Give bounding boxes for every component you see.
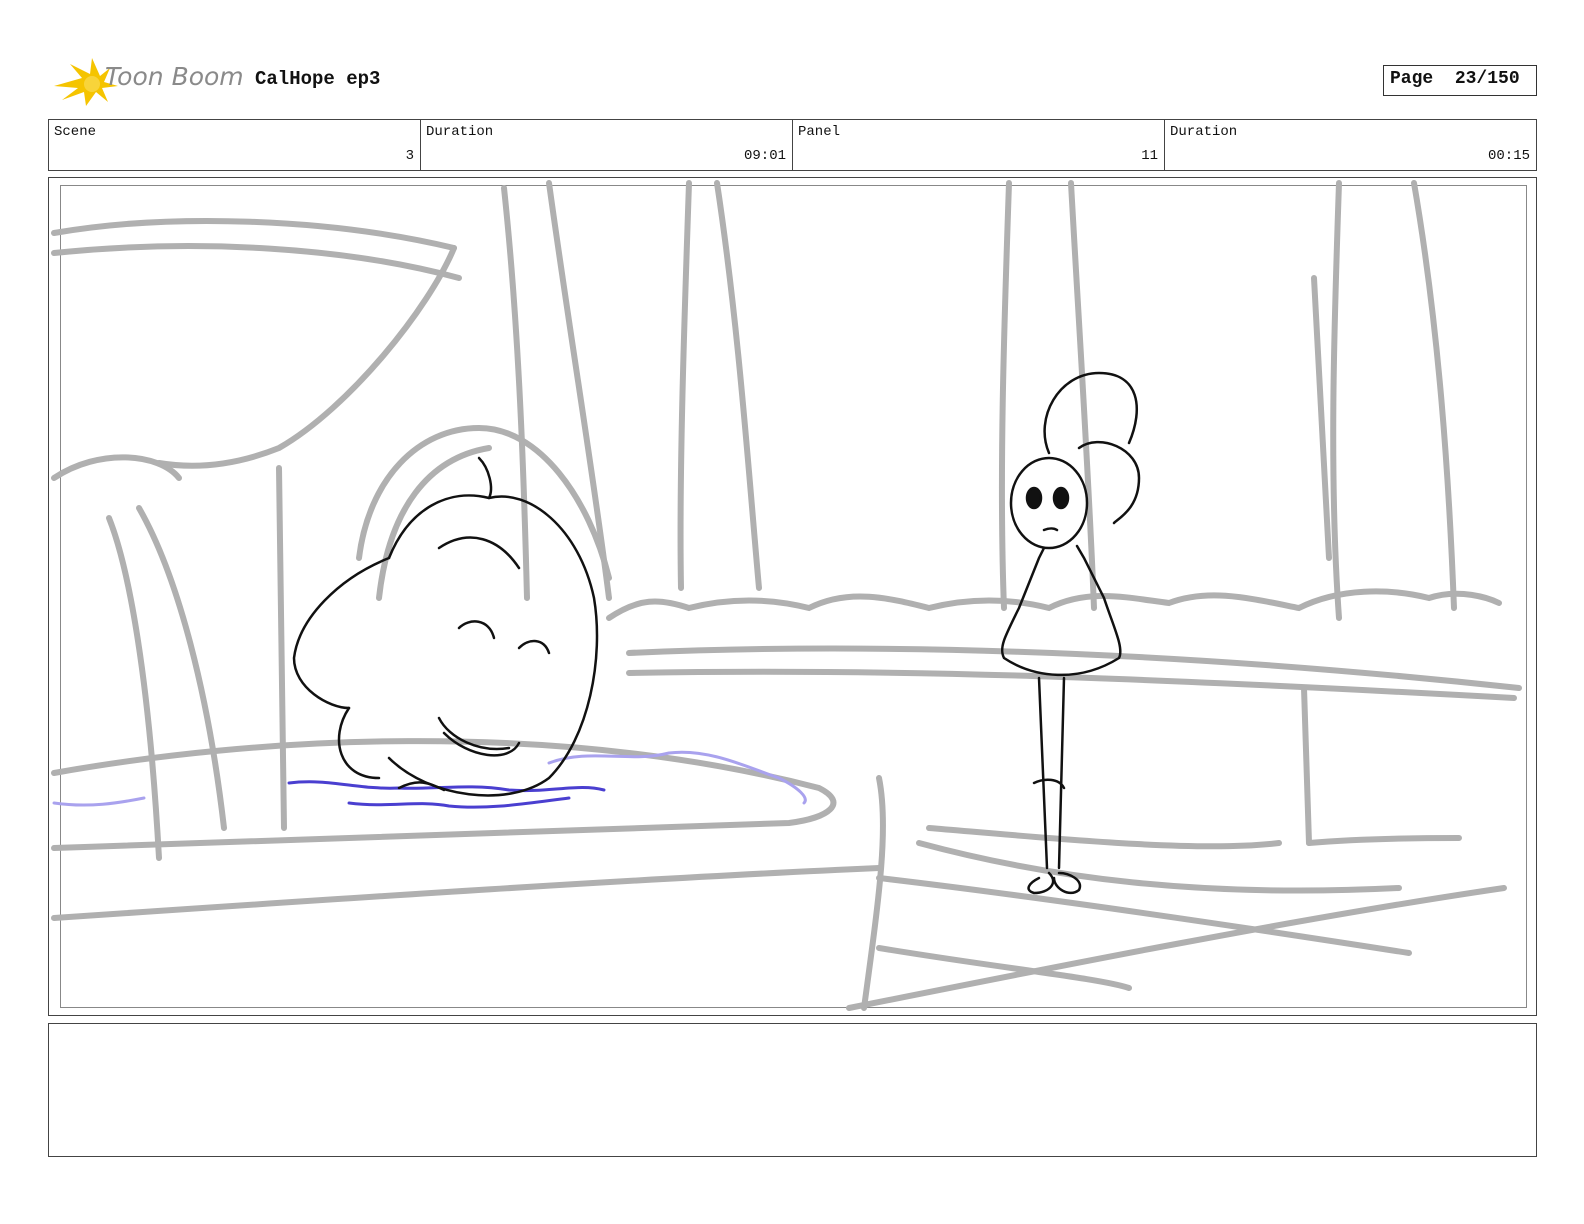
page-indicator: Page 23/150 <box>1383 65 1537 96</box>
panel-duration-label: Duration <box>1170 124 1238 140</box>
scene-label: Scene <box>54 124 97 140</box>
brand-name: Toon Boom <box>105 62 244 91</box>
scene-value: 3 <box>405 148 414 164</box>
panel-info-row: Scene 3 Duration 09:01 Panel 11 Duration… <box>48 119 1537 171</box>
panel-cell: Panel 11 <box>793 120 1165 170</box>
panel-duration-cell: Duration 00:15 <box>1165 120 1536 170</box>
project-title: CalHope ep3 <box>255 68 381 90</box>
page-label: Page <box>1390 69 1434 89</box>
panel-label: Panel <box>798 124 841 140</box>
scene-cell: Scene 3 <box>49 120 421 170</box>
scene-duration-label: Duration <box>426 124 494 140</box>
storyboard-sketch <box>51 180 1522 1011</box>
storyboard-panel <box>48 177 1537 1016</box>
scene-duration-cell: Duration 09:01 <box>421 120 793 170</box>
page-number: 23/150 <box>1454 69 1520 89</box>
panel-duration-value: 00:15 <box>1487 148 1530 164</box>
scene-duration-value: 09:01 <box>743 148 786 164</box>
panel-value: 11 <box>1141 148 1158 164</box>
panel-notes-box <box>48 1023 1537 1157</box>
